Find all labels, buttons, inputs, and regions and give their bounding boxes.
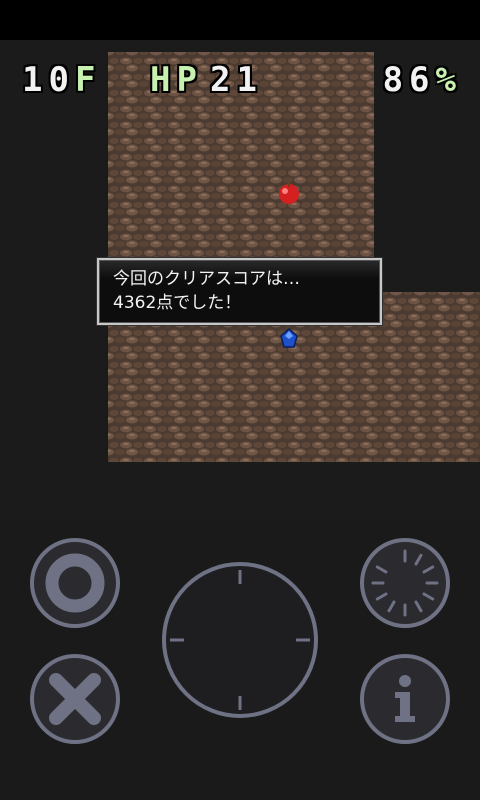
message-line-2: 4362点でした！ [113,293,242,313]
hud-bar: 10F HP 21 86% [0,58,480,102]
hp-label: HP [150,60,203,100]
message-line-1: 今回のクリアスコアは… [113,269,300,289]
dpad-ticks [170,570,310,710]
status-bar [0,0,480,40]
hp-value: 21 [210,60,263,100]
wait-button[interactable] [360,538,450,628]
info-button[interactable] [360,654,450,744]
fullness-value: 86 [382,60,436,100]
score-message-box[interactable]: 今回のクリアスコアは… 4362点でした！ [97,258,382,325]
floor-unit: F [74,60,102,100]
floor-indicator: 10F [22,58,101,102]
clock-icon [371,549,439,617]
info-icon [395,675,415,722]
fullness-indicator: 86% [383,58,462,102]
x-icon [49,673,101,725]
cancel-button[interactable] [30,654,120,744]
player-gem-icon [280,328,298,348]
floor-value: 10 [22,60,75,100]
apple-icon [279,182,299,204]
circle-icon [45,553,105,613]
dpad-ring[interactable] [162,562,318,718]
control-panel [0,520,480,800]
confirm-button[interactable] [30,538,120,628]
fullness-unit: % [435,60,462,100]
